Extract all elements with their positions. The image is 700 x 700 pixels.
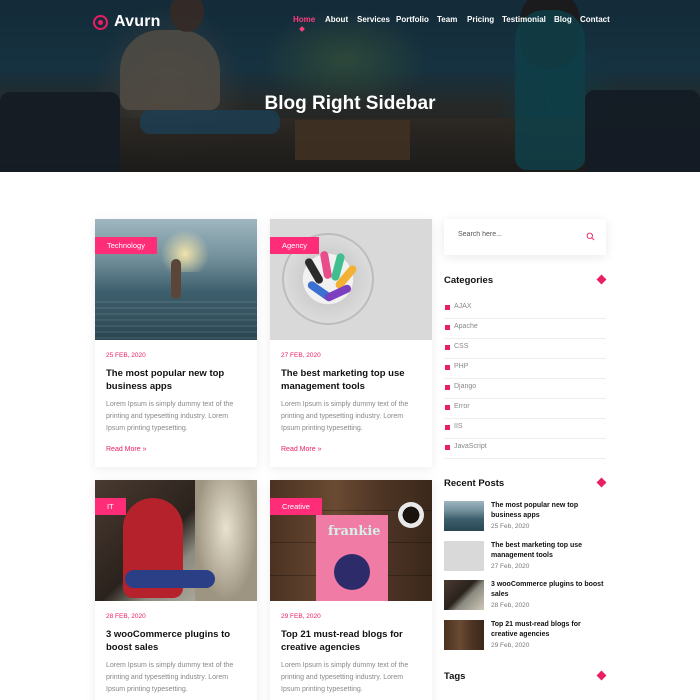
recent-post-date: 27 Feb, 2020 bbox=[491, 563, 530, 570]
blog-card: Technology 25 FEB, 2020 The most popular… bbox=[95, 219, 257, 467]
bullet-square-icon bbox=[445, 385, 450, 390]
post-excerpt: Lorem Ipsum is simply dummy text of the … bbox=[106, 662, 234, 693]
category-badge[interactable]: Agency bbox=[270, 237, 320, 254]
read-more-link[interactable]: Read More » bbox=[106, 446, 146, 453]
nav-item-contact[interactable]: Contact bbox=[580, 15, 610, 24]
bullet-square-icon bbox=[445, 405, 450, 410]
category-item[interactable]: Error bbox=[444, 399, 606, 419]
category-badge[interactable]: Creative bbox=[270, 498, 322, 515]
coffee-cup bbox=[398, 502, 424, 528]
category-item[interactable]: CSS bbox=[444, 339, 606, 359]
post-date: 27 FEB, 2020 bbox=[281, 352, 321, 359]
post-date: 28 FEB, 2020 bbox=[106, 613, 146, 620]
recent-post-item[interactable]: The most popular new top business apps 2… bbox=[444, 501, 606, 533]
recent-post-thumbnail[interactable] bbox=[444, 541, 484, 571]
sidebar-search-box bbox=[444, 219, 606, 255]
recent-post-title[interactable]: The most popular new top business apps bbox=[491, 501, 609, 521]
blog-card: frankie Creative 29 FEB, 2020 Top 21 mus… bbox=[270, 480, 432, 700]
category-item[interactable]: JavaScript bbox=[444, 439, 606, 459]
nav-item-home[interactable]: Home bbox=[293, 15, 315, 24]
categories-heading: Categories bbox=[444, 275, 494, 286]
recent-post-thumbnail[interactable] bbox=[444, 580, 484, 610]
blog-card: IT 28 FEB, 2020 3 wooCommerce plugins to… bbox=[95, 480, 257, 700]
spiderman-legs bbox=[125, 570, 215, 588]
recent-post-date: 29 Feb, 2020 bbox=[491, 642, 530, 649]
recent-post-thumbnail[interactable] bbox=[444, 501, 484, 531]
category-label: Django bbox=[454, 383, 477, 390]
categories-diamond-icon bbox=[596, 274, 607, 285]
recent-post-thumbnail[interactable] bbox=[444, 620, 484, 650]
category-label: Error bbox=[454, 403, 470, 410]
post-date: 25 FEB, 2020 bbox=[106, 352, 146, 359]
post-title[interactable]: The best marketing top use management to… bbox=[281, 367, 423, 393]
nav-item-team[interactable]: Team bbox=[437, 15, 457, 24]
read-more-link[interactable]: Read More » bbox=[281, 446, 321, 453]
post-date: 29 FEB, 2020 bbox=[281, 613, 321, 620]
category-item[interactable]: PHP bbox=[444, 359, 606, 379]
bullet-square-icon bbox=[445, 425, 450, 430]
search-input[interactable] bbox=[458, 231, 578, 238]
recent-post-title[interactable]: The best marketing top use management to… bbox=[491, 541, 609, 561]
post-title[interactable]: The most popular new top business apps bbox=[106, 367, 248, 393]
category-label: JavaScript bbox=[454, 443, 487, 450]
magazine-title: frankie bbox=[328, 524, 381, 539]
recent-post-title[interactable]: 3 wooCommerce plugins to boost sales bbox=[491, 580, 609, 600]
blog-card-image[interactable]: frankie Creative bbox=[270, 480, 432, 601]
page-title: Blog Right Sidebar bbox=[264, 93, 436, 114]
category-item[interactable]: Django bbox=[444, 379, 606, 399]
post-excerpt: Lorem Ipsum is simply dummy text of the … bbox=[281, 401, 409, 432]
recent-post-title[interactable]: Top 21 must-read blogs for creative agen… bbox=[491, 620, 609, 640]
tags-heading: Tags bbox=[444, 671, 466, 682]
post-title[interactable]: 3 wooCommerce plugins to boost sales bbox=[106, 628, 248, 654]
recent-posts-heading: Recent Posts bbox=[444, 478, 505, 489]
category-item[interactable]: IIS bbox=[444, 419, 606, 439]
bullet-square-icon bbox=[445, 445, 450, 450]
bullet-square-icon bbox=[445, 365, 450, 370]
recent-post-item[interactable]: 3 wooCommerce plugins to boost sales 28 … bbox=[444, 580, 606, 612]
recent-post-date: 25 Feb, 2020 bbox=[491, 523, 530, 530]
sea-waves bbox=[95, 301, 257, 340]
category-label: PHP bbox=[454, 363, 469, 370]
nav-item-blog[interactable]: Blog bbox=[554, 15, 572, 24]
bullet-square-icon bbox=[445, 325, 450, 330]
recent-post-item[interactable]: The best marketing top use management to… bbox=[444, 541, 606, 573]
category-label: AJAX bbox=[454, 303, 472, 310]
nav-item-services[interactable]: Services bbox=[357, 15, 390, 24]
category-item[interactable]: AJAX bbox=[444, 299, 606, 319]
category-label: CSS bbox=[454, 343, 469, 350]
category-label: IIS bbox=[454, 423, 463, 430]
blog-card-image[interactable]: IT bbox=[95, 480, 257, 601]
recent-post-item[interactable]: Top 21 must-read blogs for creative agen… bbox=[444, 620, 606, 652]
nav-item-portfolio[interactable]: Portfolio bbox=[396, 15, 429, 24]
nav-item-about[interactable]: About bbox=[325, 15, 348, 24]
page-hero: Avurn Home About Services Portfolio Team… bbox=[0, 0, 700, 172]
blog-card-image[interactable]: Technology bbox=[95, 219, 257, 340]
category-badge[interactable]: IT bbox=[95, 498, 126, 515]
nav-item-pricing[interactable]: Pricing bbox=[467, 15, 494, 24]
post-title[interactable]: Top 21 must-read blogs for creative agen… bbox=[281, 628, 423, 654]
bullet-square-icon bbox=[445, 305, 450, 310]
category-label: Apache bbox=[454, 323, 478, 330]
tags-diamond-icon bbox=[596, 670, 607, 681]
recent-post-date: 28 Feb, 2020 bbox=[491, 602, 530, 609]
post-excerpt: Lorem Ipsum is simply dummy text of the … bbox=[106, 401, 234, 432]
bullet-square-icon bbox=[445, 345, 450, 350]
category-badge[interactable]: Technology bbox=[95, 237, 157, 254]
blog-card-image[interactable]: Agency bbox=[270, 219, 432, 340]
magazine-illustration bbox=[334, 554, 370, 590]
nav-menu: Home About Services Portfolio Team Prici… bbox=[0, 15, 700, 29]
sparkler-light bbox=[155, 227, 215, 272]
search-icon[interactable] bbox=[586, 232, 595, 241]
category-item[interactable]: Apache bbox=[444, 319, 606, 339]
recent-posts-diamond-icon bbox=[596, 477, 607, 488]
nav-item-testimonial[interactable]: Testimonial bbox=[502, 15, 546, 24]
swimmer-figure bbox=[171, 259, 181, 299]
post-excerpt: Lorem Ipsum is simply dummy text of the … bbox=[281, 662, 409, 693]
main-navigation: Avurn Home About Services Portfolio Team… bbox=[0, 0, 700, 44]
blog-card: Agency 27 FEB, 2020 The best marketing t… bbox=[270, 219, 432, 467]
